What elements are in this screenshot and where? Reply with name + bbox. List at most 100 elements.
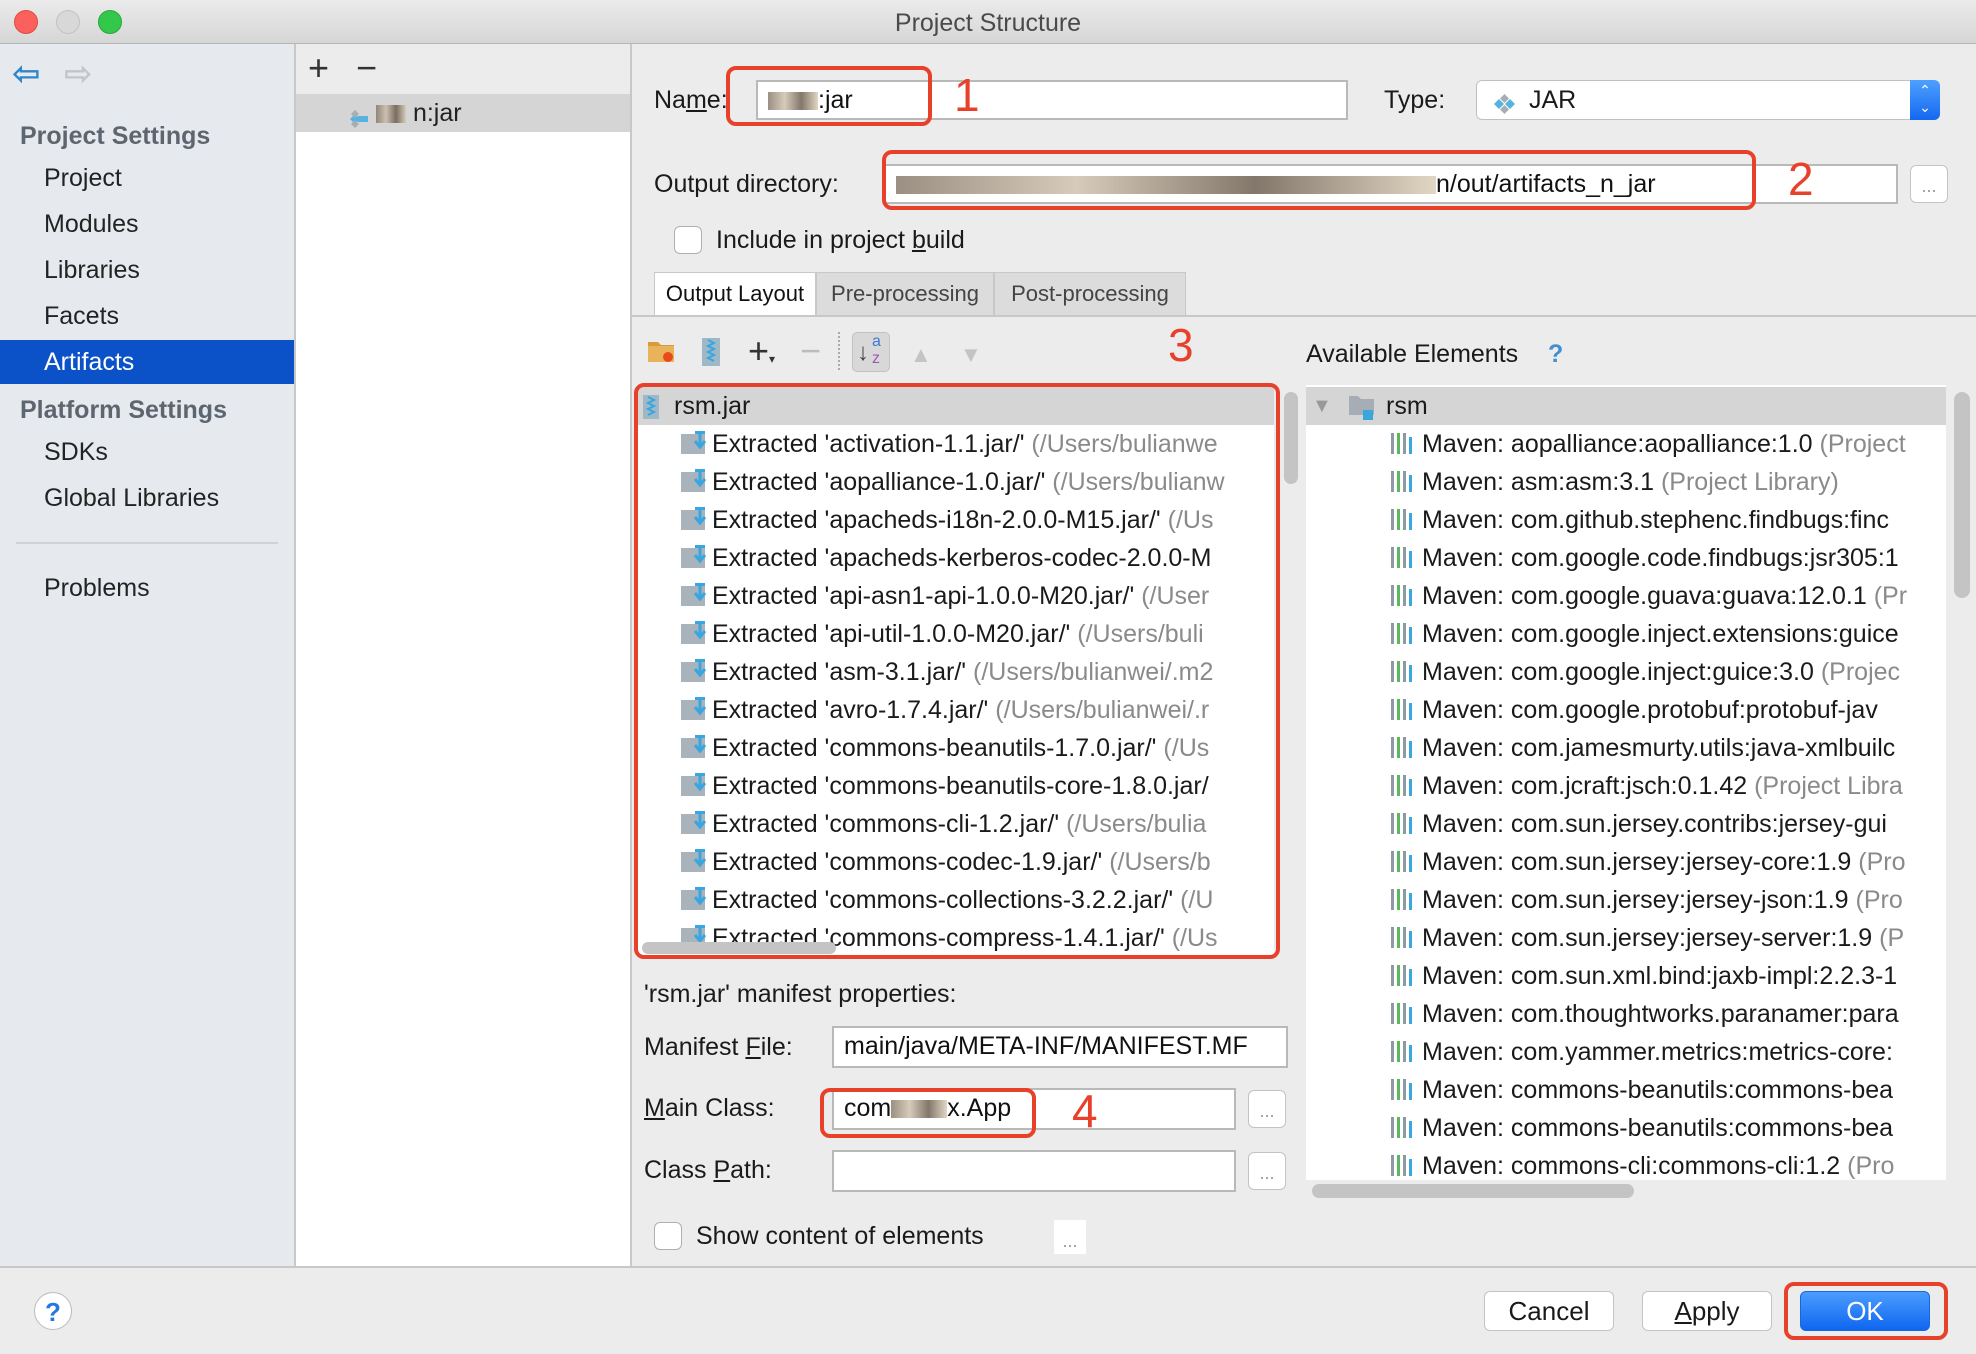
- sidebar-item-artifacts[interactable]: Artifacts: [0, 340, 294, 384]
- sidebar-item-project[interactable]: Project: [0, 156, 294, 200]
- back-arrow-icon[interactable]: ⇦: [12, 57, 41, 91]
- available-element-item[interactable]: Maven: com.google.inject.extensions:guic…: [1306, 615, 1946, 653]
- jar-artifact-icon: [344, 103, 368, 128]
- available-element-item[interactable]: Maven: com.jcraft:jsch:0.1.42 (Project L…: [1306, 767, 1946, 805]
- output-layout-item[interactable]: Extracted 'aopalliance-1.0.jar/' (/Users…: [636, 463, 1256, 501]
- item-suffix: (Pro: [1847, 1152, 1895, 1180]
- item-label: Maven: com.sun.jersey:jersey-core:1.9: [1422, 848, 1852, 876]
- output-layout-horizontal-scrollbar[interactable]: [642, 942, 836, 954]
- new-folder-icon[interactable]: [646, 336, 678, 371]
- tab-post-processing[interactable]: Post-processing: [994, 272, 1186, 316]
- tab-output-layout[interactable]: Output Layout: [654, 272, 816, 316]
- output-layout-item[interactable]: Extracted 'commons-beanutils-core-1.8.0.…: [636, 767, 1256, 805]
- item-label: Extracted 'activation-1.1.jar/': [712, 430, 1025, 458]
- available-element-item[interactable]: Maven: com.google.protobuf:protobuf-jav: [1306, 691, 1946, 729]
- sidebar-item-facets[interactable]: Facets: [0, 294, 294, 338]
- output-layout-item[interactable]: Extracted 'activation-1.1.jar/' (/Users/…: [636, 425, 1256, 463]
- available-element-item[interactable]: Maven: com.sun.xml.bind:jaxb-impl:2.2.3-…: [1306, 957, 1946, 995]
- item-label: Maven: commons-cli:commons-cli:1.2: [1422, 1152, 1841, 1180]
- extracted-archive-icon: [680, 581, 708, 607]
- browse-class-path-button[interactable]: ...: [1248, 1152, 1286, 1190]
- show-content-options-button[interactable]: ...: [1054, 1220, 1086, 1254]
- tree-root-rsm-jar[interactable]: rsm.jar: [636, 387, 1274, 425]
- item-suffix: (Projec: [1820, 658, 1901, 686]
- item-label: Maven: com.google.guava:guava:12.0.1: [1422, 582, 1867, 610]
- collapse-triangle-icon[interactable]: ▼: [1312, 387, 1332, 425]
- output-layout-item[interactable]: Extracted 'commons-beanutils-1.7.0.jar/'…: [636, 729, 1256, 767]
- sidebar-item-problems[interactable]: Problems: [0, 566, 294, 610]
- available-element-item[interactable]: Maven: com.sun.jersey:jersey-server:1.9 …: [1306, 919, 1946, 957]
- sidebar-item-global-libraries[interactable]: Global Libraries: [0, 476, 294, 520]
- move-down-icon[interactable]: ▼: [960, 342, 982, 368]
- remove-element-icon[interactable]: −: [800, 330, 821, 372]
- available-element-item[interactable]: Maven: com.sun.jersey.contribs:jersey-gu…: [1306, 805, 1946, 843]
- item-label: Maven: com.google.inject:guice:3.0: [1422, 658, 1814, 686]
- available-element-item[interactable]: Maven: com.google.guava:guava:12.0.1 (Pr: [1306, 577, 1946, 615]
- sort-az-icon[interactable]: ↓ a z: [852, 332, 890, 372]
- item-path: (/Users/bulianw: [1052, 468, 1225, 496]
- output-layout-item[interactable]: Extracted 'asm-3.1.jar/' (/Users/bulianw…: [636, 653, 1256, 691]
- output-layout-item[interactable]: Extracted 'commons-codec-1.9.jar/' (/Use…: [636, 843, 1256, 881]
- name-input[interactable]: :jar: [756, 80, 1348, 120]
- type-select[interactable]: JAR ⌃ ⌄: [1476, 80, 1940, 120]
- sidebar-item-sdks[interactable]: SDKs: [0, 430, 294, 474]
- show-content-checkbox[interactable]: [654, 1222, 682, 1250]
- available-element-item[interactable]: Maven: com.yammer.metrics:metrics-core:: [1306, 1033, 1946, 1071]
- remove-artifact-button[interactable]: −: [356, 50, 377, 86]
- available-element-item[interactable]: Maven: aopalliance:aopalliance:1.0 (Proj…: [1306, 425, 1946, 463]
- available-element-item[interactable]: Maven: com.sun.jersey:jersey-json:1.9 (P…: [1306, 881, 1946, 919]
- available-element-item[interactable]: Maven: com.google.inject:guice:3.0 (Proj…: [1306, 653, 1946, 691]
- item-suffix: (Pro: [1858, 848, 1906, 876]
- available-elements-vertical-scrollbar[interactable]: [1954, 392, 1970, 598]
- archive-icon[interactable]: [700, 336, 722, 373]
- class-path-input[interactable]: [832, 1150, 1236, 1192]
- available-element-item[interactable]: Maven: com.sun.jersey:jersey-core:1.9 (P…: [1306, 843, 1946, 881]
- main-class-input[interactable]: com x.App: [832, 1088, 1236, 1130]
- annotation-number-2: 2: [1788, 153, 1814, 205]
- annotation-number-3: 3: [1168, 319, 1194, 371]
- sidebar-item-modules[interactable]: Modules: [0, 202, 294, 246]
- output-layout-item[interactable]: Extracted 'commons-cli-1.2.jar/' (/Users…: [636, 805, 1256, 843]
- available-element-item[interactable]: Maven: com.github.stephenc.findbugs:finc: [1306, 501, 1946, 539]
- include-in-build-checkbox[interactable]: [674, 226, 702, 254]
- manifest-file-input[interactable]: main/java/META-INF/MANIFEST.MF: [832, 1026, 1288, 1068]
- move-up-icon[interactable]: ▲: [910, 342, 932, 368]
- output-layout-item[interactable]: Extracted 'apacheds-kerberos-codec-2.0.0…: [636, 539, 1256, 577]
- output-directory-input[interactable]: n/out/artifacts_n_jar: [884, 164, 1898, 204]
- available-elements-help-icon[interactable]: ?: [1548, 340, 1563, 369]
- available-element-item[interactable]: Maven: com.jamesmurty.utils:java-xmlbuil…: [1306, 729, 1946, 767]
- extracted-archive-icon: [680, 657, 708, 683]
- available-elements-horizontal-scrollbar[interactable]: [1312, 1184, 1634, 1198]
- item-label: Maven: com.google.inject.extensions:guic…: [1422, 620, 1899, 648]
- sidebar-item-libraries[interactable]: Libraries: [0, 248, 294, 292]
- output-layout-item[interactable]: Extracted 'commons-collections-3.2.2.jar…: [636, 881, 1256, 919]
- apply-button[interactable]: Apply: [1642, 1291, 1772, 1331]
- output-layout-item[interactable]: Extracted 'avro-1.7.4.jar/' (/Users/buli…: [636, 691, 1256, 729]
- output-layout-vertical-scrollbar[interactable]: [1284, 392, 1298, 484]
- available-elements-tree[interactable]: ▼ rsm Maven: aopalliance:aopalliance:1.0…: [1306, 385, 1946, 1180]
- available-element-item[interactable]: Maven: commons-beanutils:commons-bea: [1306, 1109, 1946, 1147]
- forward-arrow-icon[interactable]: ⇨: [64, 57, 93, 91]
- output-layout-item[interactable]: Extracted 'api-util-1.0.0-M20.jar/' (/Us…: [636, 615, 1256, 653]
- tree-root-rsm[interactable]: ▼ rsm: [1306, 387, 1946, 425]
- add-element-icon[interactable]: +▾: [748, 330, 775, 372]
- item-label: Extracted 'apacheds-kerberos-codec-2.0.0…: [712, 544, 1212, 572]
- output-layout-item[interactable]: Extracted 'apacheds-i18n-2.0.0-M15.jar/'…: [636, 501, 1256, 539]
- browse-main-class-button[interactable]: ...: [1248, 1090, 1286, 1128]
- cancel-button[interactable]: Cancel: [1484, 1291, 1614, 1331]
- available-element-item[interactable]: Maven: com.google.code.findbugs:jsr305:1: [1306, 539, 1946, 577]
- obscured-text: [376, 105, 406, 123]
- available-element-item[interactable]: Maven: com.thoughtworks.paranamer:para: [1306, 995, 1946, 1033]
- help-button[interactable]: ?: [34, 1292, 72, 1330]
- output-layout-item[interactable]: Extracted 'api-asn1-api-1.0.0-M20.jar/' …: [636, 577, 1256, 615]
- output-layout-tree[interactable]: rsm.jar Extracted 'activation-1.1.jar/' …: [636, 385, 1274, 955]
- browse-output-directory-button[interactable]: ...: [1910, 165, 1948, 203]
- available-element-item[interactable]: Maven: asm:asm:3.1 (Project Library): [1306, 463, 1946, 501]
- available-element-item[interactable]: Maven: commons-beanutils:commons-bea: [1306, 1071, 1946, 1109]
- obscured-text: [891, 1100, 948, 1118]
- artifact-list-item[interactable]: n:jar: [296, 94, 630, 132]
- tab-pre-processing[interactable]: Pre-processing: [816, 272, 994, 316]
- ok-button[interactable]: OK: [1800, 1291, 1930, 1331]
- add-artifact-button[interactable]: +: [308, 50, 329, 86]
- available-element-item[interactable]: Maven: commons-cli:commons-cli:1.2 (Pro: [1306, 1147, 1946, 1180]
